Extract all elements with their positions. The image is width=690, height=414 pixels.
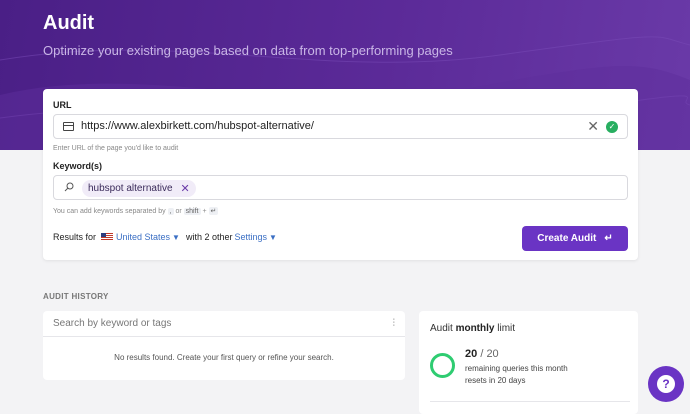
- reset-text: resets in 20 days: [465, 376, 526, 385]
- create-audit-button[interactable]: Create Audit ↵: [522, 226, 628, 251]
- help-button[interactable]: ?: [648, 366, 684, 402]
- settings-link[interactable]: Settings: [235, 232, 268, 242]
- url-label: URL: [53, 100, 72, 110]
- filter-icon[interactable]: ⫶: [393, 318, 396, 329]
- chevron-down-icon[interactable]: ▼: [269, 233, 277, 242]
- keywords-hint: You can add keywords separated by , or s…: [53, 207, 219, 215]
- country-select[interactable]: United States: [116, 232, 170, 242]
- with-other-label: with 2 other: [185, 232, 233, 242]
- keyword-chip: hubspot alternative ✕: [82, 180, 196, 197]
- enter-icon: ↵: [604, 233, 613, 244]
- keywords-hint-text: You can add keywords separated by: [53, 208, 166, 215]
- chevron-down-icon[interactable]: ▼: [172, 233, 180, 242]
- divider: [43, 336, 405, 337]
- audit-history-title: AUDIT HISTORY: [43, 292, 109, 301]
- flag-icon: [101, 233, 114, 241]
- keyword-chip-label: hubspot alternative: [88, 183, 173, 194]
- quota-separator: /: [480, 348, 484, 360]
- url-value[interactable]: https://www.alexbirkett.com/hubspot-alte…: [81, 120, 314, 132]
- url-input[interactable]: https://www.alexbirkett.com/hubspot-alte…: [53, 114, 628, 139]
- close-icon[interactable]: ✕: [587, 118, 599, 134]
- quota-count: 20 / 20: [465, 348, 499, 360]
- create-audit-label: Create Audit: [537, 233, 597, 244]
- divider: [430, 401, 630, 402]
- keywords-input[interactable]: hubspot alternative ✕: [53, 175, 628, 200]
- help-icon: ?: [657, 375, 675, 393]
- page-title: Audit: [43, 12, 95, 34]
- close-icon[interactable]: ✕: [181, 182, 190, 195]
- quota-total: 20: [486, 348, 499, 360]
- check-icon: ✓: [606, 121, 618, 133]
- quota-ring: [430, 353, 455, 378]
- comma-key: ,: [167, 208, 174, 215]
- empty-message: No results found. Create your first quer…: [114, 353, 334, 362]
- history-search-input[interactable]: Search by keyword or tags: [53, 318, 171, 329]
- keywords-hint-plus: +: [202, 208, 207, 215]
- browser-icon: [63, 122, 74, 131]
- limit-title: Audit monthly limit: [430, 323, 515, 334]
- remaining-text: remaining queries this month: [465, 364, 568, 373]
- keywords-label: Keyword(s): [53, 161, 103, 171]
- search-icon: [64, 182, 74, 192]
- monthly-limit-panel: Audit monthly limit 20 / 20 remaining qu…: [419, 311, 638, 414]
- results-settings: Results for United States ▼ with 2 other…: [53, 232, 283, 242]
- results-for-label: Results for: [53, 232, 97, 242]
- limit-title-bold: monthly: [455, 323, 495, 334]
- limit-title-suffix: limit: [497, 323, 516, 334]
- keywords-hint-or: or: [175, 208, 182, 215]
- quota-used: 20: [465, 348, 478, 360]
- page-subtitle: Optimize your existing pages based on da…: [43, 43, 453, 58]
- limit-title-prefix: Audit: [430, 323, 453, 334]
- enter-key: ↵: [208, 207, 219, 215]
- audit-history-panel: Search by keyword or tags ⫶ No results f…: [43, 311, 405, 380]
- audit-form-card: URL https://www.alexbirkett.com/hubspot-…: [43, 89, 638, 260]
- quota-remaining: remaining queries this month resets in 2…: [465, 363, 605, 387]
- shift-key: shift: [183, 208, 201, 215]
- url-hint: Enter URL of the page you'd like to audi…: [53, 145, 179, 152]
